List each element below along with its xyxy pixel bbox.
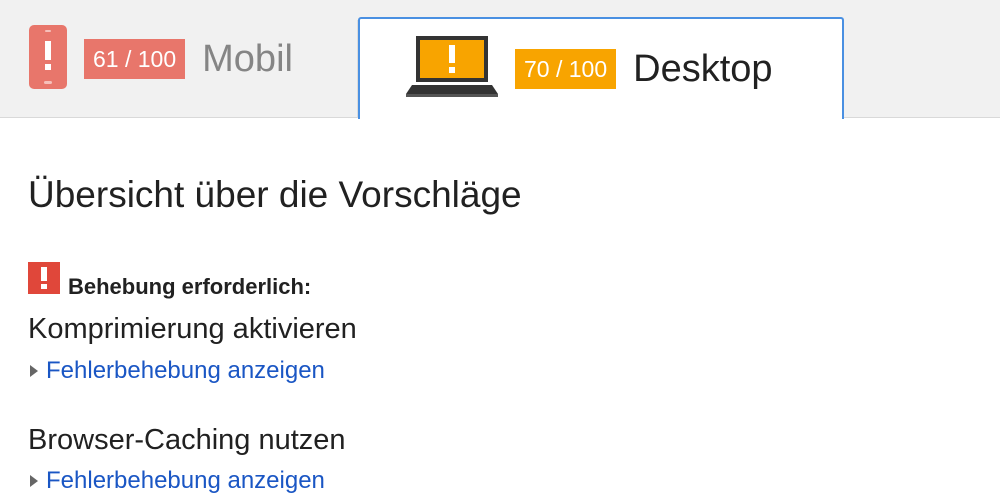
show-fix-link-text: Fehlerbehebung anzeigen [46,357,325,384]
rule-title: Komprimierung aktivieren [28,313,357,345]
phone-warning-icon [28,24,68,95]
tab-desktop[interactable]: 70 / 100 Desktop [358,17,844,119]
expand-arrow-icon [30,475,38,487]
show-fix-link[interactable]: Fehlerbehebung anzeigen [28,357,325,385]
severity-header: Behebung erforderlich: [28,262,311,299]
show-fix-link-text: Fehlerbehebung anzeigen [46,467,325,494]
mobile-score-badge: 61 / 100 [84,39,186,79]
warning-icon [28,262,60,299]
expand-arrow-icon [30,365,38,377]
laptop-warning-icon [406,35,498,103]
desktop-score-badge: 70 / 100 [515,49,617,89]
severity-label: Behebung erforderlich: [68,274,312,299]
page-title: Übersicht über die Vorschläge [28,174,522,215]
tab-mobile-label: Mobil [202,37,293,80]
rule-title: Browser-Caching nutzen [28,424,346,456]
tab-mobile[interactable]: 61 / 100 Mobil [0,0,358,118]
tab-desktop-label: Desktop [633,47,773,90]
show-fix-link[interactable]: Fehlerbehebung anzeigen [28,467,325,495]
